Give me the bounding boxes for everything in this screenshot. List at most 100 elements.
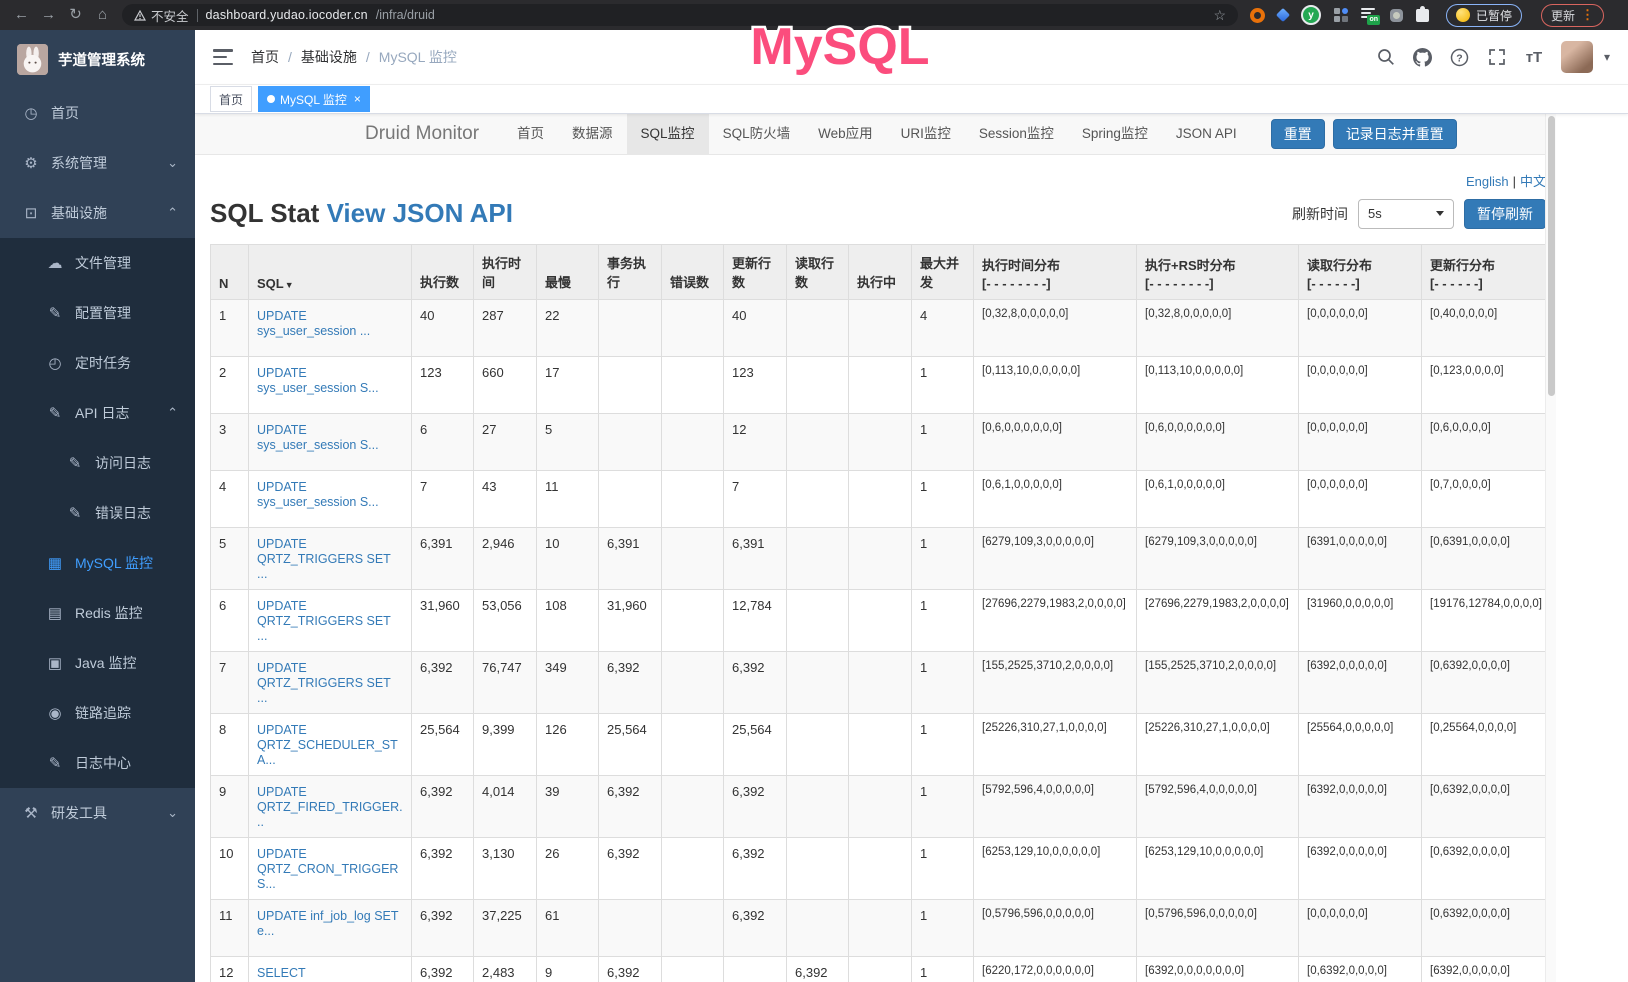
squares-extension-icon[interactable] — [1334, 8, 1348, 22]
sql-link[interactable]: UPDATE QRTZ_FIRED_TRIGGER... — [257, 785, 403, 829]
orange-ring-extension-icon[interactable] — [1250, 8, 1265, 23]
browser-menu-icon[interactable]: ⋮ — [1581, 7, 1594, 23]
iframe-scrollbar[interactable] — [1545, 114, 1556, 982]
view-json-api-link[interactable]: View JSON API — [327, 198, 513, 228]
druid-nav-item-0[interactable]: 首页 — [503, 114, 558, 154]
sidebar-item-java[interactable]: ▣Java 监控 — [0, 638, 195, 688]
sql-link[interactable]: UPDATE sys_user_session ... — [257, 309, 370, 338]
green-y-extension-icon[interactable]: y — [1301, 5, 1321, 25]
forward-icon[interactable]: → — [35, 0, 62, 30]
sidebar-item-error-log[interactable]: ✎错误日志 — [0, 488, 195, 538]
hamburger-icon[interactable] — [213, 49, 233, 65]
column-header-update_rows: 更新行数 — [724, 245, 787, 300]
sql-link[interactable]: UPDATE sys_user_session S... — [257, 480, 379, 509]
druid-nav-item-4[interactable]: Web应用 — [804, 114, 887, 154]
security-warning[interactable]: 不安全 — [134, 6, 189, 25]
cell-read_rows — [787, 776, 849, 838]
cell-max_concurrent: 1 — [912, 714, 974, 776]
cell-update_dist: [0,40,0,0,0,0] — [1422, 300, 1548, 357]
extensions-puzzle-icon[interactable] — [1416, 9, 1429, 22]
blue-gem-extension-icon[interactable] — [1276, 8, 1290, 22]
sidebar-item-devtools[interactable]: ⚒研发工具⌄ — [0, 788, 195, 838]
cell-tx: 6,392 — [599, 957, 662, 982]
breadcrumb-item[interactable]: 基础设施 — [301, 47, 357, 67]
sql-link[interactable]: UPDATE QRTZ_TRIGGERS SET ... — [257, 537, 391, 581]
scrollbar-thumb[interactable] — [1548, 116, 1555, 396]
sql-link[interactable]: UPDATE QRTZ_SCHEDULER_STA... — [257, 723, 398, 767]
font-size-icon[interactable]: тT — [1524, 47, 1544, 67]
fullscreen-icon[interactable] — [1487, 47, 1507, 67]
druid-nav-item-1[interactable]: 数据源 — [558, 114, 627, 154]
sql-link[interactable]: SELECT TRIGGER_STATE — [257, 966, 359, 982]
cell-time_dist: [0,32,8,0,0,0,0,0] — [974, 300, 1137, 357]
sql-link[interactable]: UPDATE sys_user_session S... — [257, 423, 379, 452]
cell-rs_dist: [5792,596,4,0,0,0,0,0] — [1137, 776, 1299, 838]
reset-button[interactable]: 重置 — [1271, 119, 1325, 149]
druid-nav-item-6[interactable]: Session监控 — [965, 114, 1068, 154]
refresh-label: 刷新时间 — [1292, 204, 1348, 224]
paused-badge[interactable]: 已暂停 — [1446, 4, 1522, 27]
user-avatar[interactable] — [1561, 41, 1593, 73]
sidebar-item-infra[interactable]: ⊡基础设施⌃ — [0, 188, 195, 238]
back-icon[interactable]: ← — [8, 0, 35, 30]
cell-update_dist: [0,6392,0,0,0,0] — [1422, 776, 1548, 838]
cell-err — [662, 900, 724, 957]
refresh-interval-select[interactable]: 5s — [1358, 199, 1454, 229]
sidebar-item-job[interactable]: ◴定时任务 — [0, 338, 195, 388]
cell-update_rows: 6,392 — [724, 900, 787, 957]
breadcrumb-item[interactable]: 首页 — [251, 47, 279, 67]
access-log-icon: ✎ — [64, 454, 86, 472]
tab-label: 首页 — [219, 91, 243, 108]
sidebar-item-access-log[interactable]: ✎访问日志 — [0, 438, 195, 488]
file-icon: ☁ — [44, 254, 66, 272]
druid-nav-item-7[interactable]: Spring监控 — [1068, 114, 1162, 154]
reload-icon[interactable]: ↻ — [62, 0, 89, 30]
sidebar-item-system[interactable]: ⚙系统管理⌄ — [0, 138, 195, 188]
home-icon[interactable]: ⌂ — [89, 0, 116, 30]
tab-home[interactable]: 首页 — [210, 86, 252, 112]
refresh-controls: 刷新时间 5s 暂停刷新 — [1292, 199, 1546, 229]
cell-n: 4 — [211, 471, 249, 528]
sidebar-item-redis[interactable]: ▤Redis 监控 — [0, 588, 195, 638]
druid-nav-item-8[interactable]: JSON API — [1162, 114, 1251, 154]
chrome-update-button[interactable]: 更新 ⋮ — [1541, 4, 1604, 27]
bookmark-star-icon[interactable]: ☆ — [1213, 7, 1226, 24]
log-and-reset-button[interactable]: 记录日志并重置 — [1333, 119, 1457, 149]
druid-nav-item-5[interactable]: URI监控 — [887, 114, 965, 154]
help-icon[interactable]: ? — [1450, 47, 1470, 67]
tab-mysql[interactable]: MySQL 监控× — [258, 86, 370, 112]
sidebar-item-mysql[interactable]: ▦MySQL 监控 — [0, 538, 195, 588]
list-on-extension-icon[interactable]: on — [1361, 7, 1377, 23]
gear-icon: ⚙ — [20, 154, 42, 172]
druid-nav-item-2[interactable]: SQL监控 — [627, 114, 709, 154]
table-row: 1UPDATE sys_user_session ...4028722404[0… — [211, 300, 1548, 357]
druid-buttons: 重置 记录日志并重置 — [1271, 119, 1457, 149]
camera-extension-icon[interactable] — [1390, 9, 1403, 22]
sql-link[interactable]: UPDATE QRTZ_TRIGGERS SET ... — [257, 661, 391, 705]
cell-slowest: 26 — [537, 838, 599, 900]
sql-link[interactable]: UPDATE sys_user_session S... — [257, 366, 379, 395]
sql-link[interactable]: UPDATE QRTZ_CRON_TRIGGERS... — [257, 847, 398, 891]
sidebar-item-api-log[interactable]: ✎API 日志⌃ — [0, 388, 195, 438]
close-icon[interactable]: × — [354, 92, 361, 106]
sql-link[interactable]: UPDATE inf_job_log SET e... — [257, 909, 398, 938]
config-icon: ✎ — [44, 304, 66, 322]
sidebar-item-log-center[interactable]: ✎日志中心 — [0, 738, 195, 788]
lang-chinese-link[interactable]: 中文 — [1520, 174, 1546, 189]
lang-english-link[interactable]: English — [1466, 174, 1509, 189]
column-header-sql[interactable]: SQL▼ — [249, 245, 412, 300]
search-icon[interactable] — [1376, 47, 1396, 67]
druid-brand[interactable]: Druid Monitor — [365, 123, 479, 145]
sidebar-item-home[interactable]: ◷首页 — [0, 88, 195, 138]
avatar-caret-icon[interactable]: ▾ — [1604, 50, 1610, 64]
pause-refresh-button[interactable]: 暂停刷新 — [1464, 199, 1546, 229]
sidebar-item-trace[interactable]: ◉链路追踪 — [0, 688, 195, 738]
sidebar-item-file[interactable]: ☁文件管理 — [0, 238, 195, 288]
github-icon[interactable] — [1413, 47, 1433, 67]
emoji-icon — [1456, 8, 1470, 22]
sidebar-item-config[interactable]: ✎配置管理 — [0, 288, 195, 338]
address-bar[interactable]: 不安全 dashboard.yudao.iocoder.cn/infra/dru… — [122, 4, 1238, 26]
cell-update_dist: [19176,12784,0,0,0,0] — [1422, 590, 1548, 652]
sql-link[interactable]: UPDATE QRTZ_TRIGGERS SET ... — [257, 599, 391, 643]
druid-nav-item-3[interactable]: SQL防火墙 — [709, 114, 805, 154]
